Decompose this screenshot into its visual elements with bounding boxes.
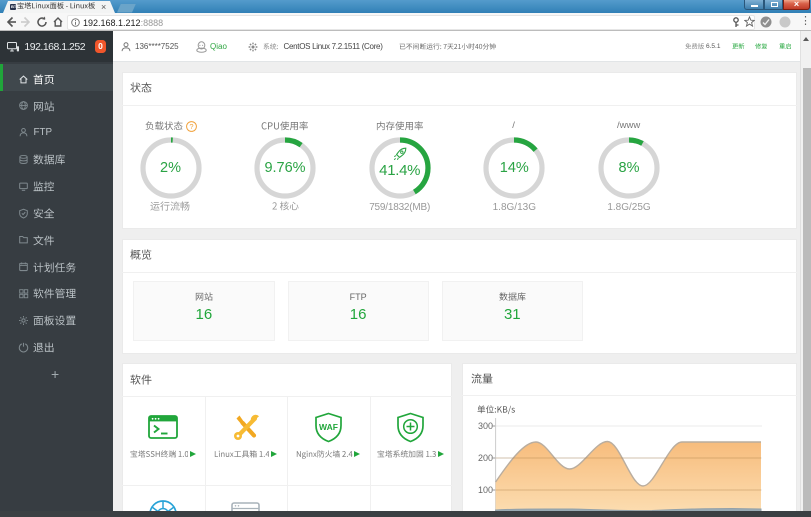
svg-text:WAF: WAF xyxy=(319,422,338,432)
svg-text:300: 300 xyxy=(478,421,493,431)
svg-text:?: ? xyxy=(189,122,193,131)
svg-text:100: 100 xyxy=(478,485,493,495)
svg-text:200: 200 xyxy=(478,453,493,463)
